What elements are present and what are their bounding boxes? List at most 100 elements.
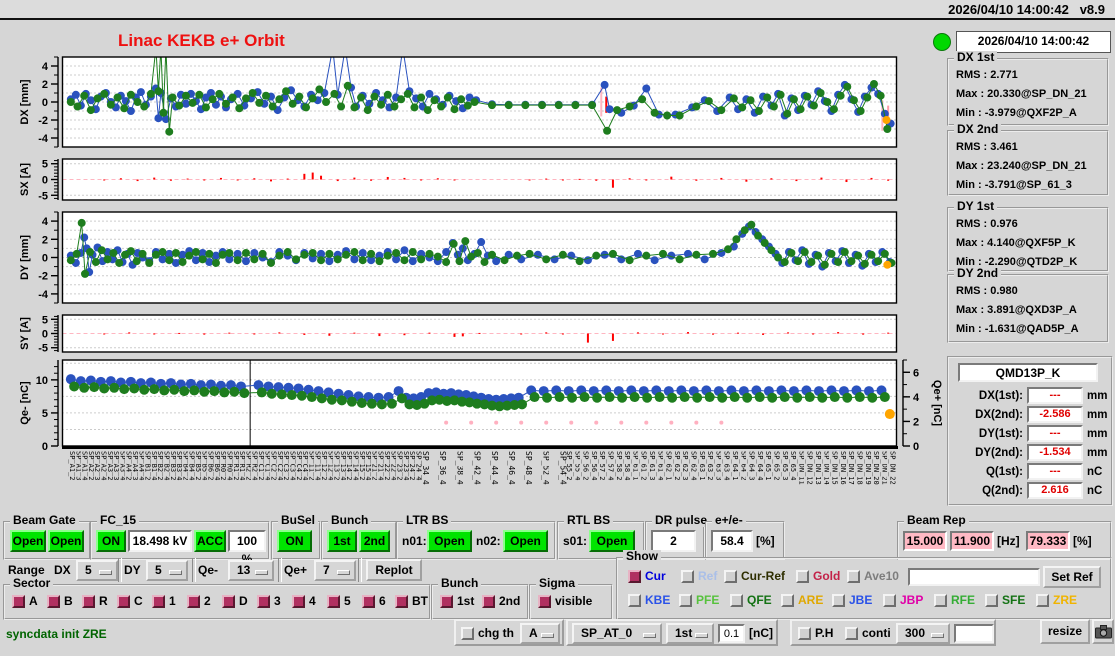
sector-checkbox-A[interactable] [12, 595, 25, 608]
sector-checkbox-2[interactable] [187, 595, 200, 608]
sector-checkbox-1[interactable] [152, 595, 165, 608]
set-ref-button[interactable]: Set Ref [1043, 566, 1101, 588]
bunch-select[interactable]: 1st [666, 623, 714, 644]
sector-checkbox-5[interactable] [327, 595, 340, 608]
monitor-row-unit: nC [1087, 485, 1103, 497]
beam-gate-button-1[interactable]: Open [10, 530, 46, 552]
snapshot-button[interactable] [1092, 619, 1114, 644]
show-checkbox-PFE[interactable] [679, 594, 692, 607]
sector-label-6: 6 [379, 594, 386, 608]
sector-label-D: D [239, 594, 248, 608]
monitor-row-label: Q(1st): [985, 466, 1023, 478]
show-label-QFE: QFE [747, 593, 772, 607]
fc15-acc-button[interactable]: ACC [194, 530, 226, 552]
sector-checkbox-3[interactable] [257, 595, 270, 608]
show-checkbox-ZRE[interactable] [1036, 594, 1049, 607]
sector-checkbox-R[interactable] [82, 595, 95, 608]
bunch-checkbox-1st[interactable] [440, 595, 453, 608]
conti-label: conti [862, 626, 891, 640]
stats-line: RMS : 2.771 [956, 69, 1018, 81]
stats-line: RMS : 0.980 [956, 285, 1018, 297]
show-checkbox-JBE[interactable] [832, 594, 845, 607]
kekb-orbit-window: { "window": {"datetime": "2026/04/10 14:… [0, 0, 1115, 656]
show-checkbox-KBE[interactable] [628, 594, 641, 607]
separator [192, 558, 196, 582]
show-label-Cur: Cur [645, 569, 666, 583]
ltr-n01-button[interactable]: Open [427, 530, 472, 552]
beam-gate-group: Beam Gate Open Open [3, 514, 91, 560]
sector-checkbox-6[interactable] [362, 595, 375, 608]
stats-line: Min : -3.979@QXF2P_A [956, 107, 1077, 119]
sp-select[interactable]: SP_AT_0 [572, 623, 662, 644]
range-select-Qe-[interactable]: 13 [228, 560, 274, 581]
svg-text:10: 10 [36, 375, 48, 387]
sector-checkbox-BT[interactable] [395, 595, 408, 608]
show-checkbox-Gold[interactable] [796, 570, 809, 583]
sector-label-3: 3 [274, 594, 281, 608]
sector-label-1: 1 [169, 594, 176, 608]
monitor-row-unit: mm [1087, 428, 1108, 440]
show-checkbox-Cur-Ref[interactable] [724, 570, 737, 583]
beam-rep-group: Beam Rep 15.000 11.900 [Hz] 79.333 [%] [897, 514, 1112, 560]
svg-text:6: 6 [913, 367, 919, 379]
show-checkbox-Cur[interactable] [628, 570, 641, 583]
stats-panel-dx-2nd: DX 2nd RMS : 3.461 Max : 23.240@SP_DN_21 Mi… [947, 123, 1109, 196]
ref-name-input[interactable] [908, 568, 1040, 586]
sigma-checkbox-visible[interactable] [538, 595, 551, 608]
replot-button[interactable]: Replot [366, 559, 422, 581]
busel-on-button[interactable]: ON [277, 530, 312, 552]
range-item-label-Qe+: Qe+ [284, 563, 308, 577]
svg-text:4: 4 [913, 392, 920, 404]
conti-checkbox[interactable] [845, 627, 858, 640]
show-label-Ref: Ref [698, 569, 718, 583]
bunch-1st-button[interactable]: 1st [327, 530, 357, 552]
ph-checkbox[interactable] [798, 627, 811, 640]
sector-checkbox-B[interactable] [47, 595, 60, 608]
beam-rep-value-2: 11.900 [950, 531, 994, 551]
sector-checkbox-D[interactable] [222, 595, 235, 608]
range-item-label-DX: DX [54, 563, 71, 577]
show-label-Ave10: Ave10 [864, 569, 899, 583]
show-checkbox-SFE[interactable] [985, 594, 998, 607]
monitor-row-label: DX(2nd): [975, 409, 1023, 421]
chg-th-checkbox[interactable] [461, 627, 474, 640]
ltr-n02-button[interactable]: Open [503, 530, 548, 552]
range-select-Qe+[interactable]: 7 [314, 560, 356, 581]
monitor-row-unit: mm [1087, 409, 1108, 421]
show-checkbox-RFE[interactable] [934, 594, 947, 607]
range-select-DX[interactable]: 5 [76, 560, 118, 581]
menu-dash-icon [643, 633, 656, 638]
threshold-field[interactable]: 0.1 [718, 624, 745, 643]
bunch-2nd-button[interactable]: 2nd [359, 530, 390, 552]
sector-checkbox-4[interactable] [292, 595, 305, 608]
bpm-label: SP_34_4 [421, 451, 429, 485]
bpm-label: SP_DN_22 [888, 451, 896, 485]
show-checkbox-Ave10[interactable] [847, 570, 860, 583]
beam-rep-value-3: 79.333 [1026, 531, 1070, 551]
resize-button[interactable]: resize [1040, 619, 1090, 644]
chg-th-select[interactable]: A [520, 623, 560, 644]
bpm-label: SP_36_4 [438, 451, 447, 485]
show-checkbox-Ref[interactable] [681, 570, 694, 583]
plot-SX: 5 0 -5 SX [A] [19, 158, 898, 202]
monitor-row-label: DY(2nd): [975, 447, 1023, 459]
bunch-show-group: Bunch 1st 2nd [431, 577, 529, 620]
bunch-label-2nd: 2nd [499, 594, 521, 608]
bunch-checkbox-2nd[interactable] [482, 595, 495, 608]
points-select[interactable]: 300 [896, 623, 950, 644]
svg-text:0: 0 [42, 175, 48, 187]
show-checkbox-ARE[interactable] [781, 594, 794, 607]
bpm-label: SP_38_4 [455, 451, 464, 485]
fc15-on-button[interactable]: ON [96, 530, 126, 552]
free-input[interactable] [954, 624, 994, 643]
show-checkbox-QFE[interactable] [730, 594, 743, 607]
bpm-monitor-name[interactable]: QMD13P_K [958, 363, 1098, 382]
show-checkbox-JBP[interactable] [883, 594, 896, 607]
beam-gate-button-2[interactable]: Open [48, 530, 84, 552]
sector-checkbox-C[interactable] [117, 595, 130, 608]
stats-panel-dy-1st: DY 1st RMS : 0.976 Max : 4.140@QXF5P_K Min … [947, 200, 1109, 272]
show-label-ARE: ARE [798, 593, 824, 607]
show-label-JBE: JBE [849, 593, 873, 607]
range-select-DY[interactable]: 5 [146, 560, 188, 581]
monitor-row-label: DX(1st): [978, 390, 1023, 402]
